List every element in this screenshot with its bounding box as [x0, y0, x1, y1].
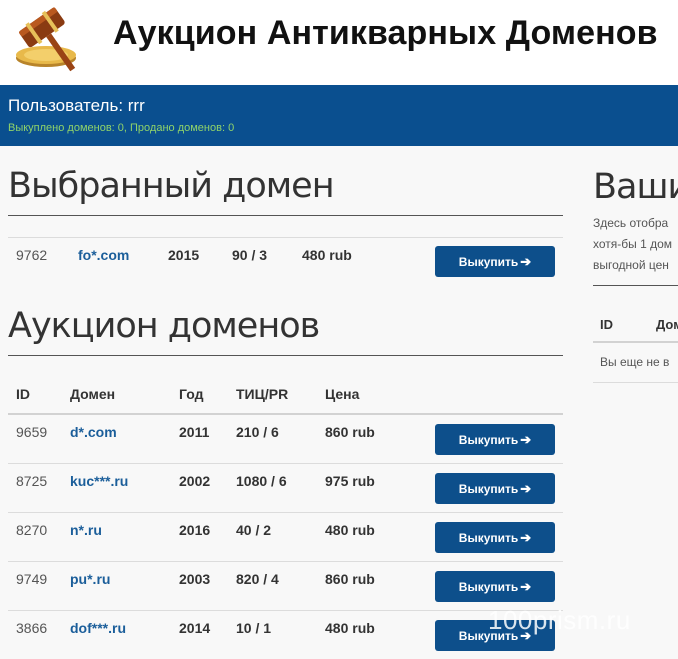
arrow-right-icon: ➔ [520, 529, 532, 545]
your-domains-heading: Ваши [593, 167, 678, 207]
domain-year: 2016 [179, 522, 211, 538]
arrow-right-icon: ➔ [520, 578, 532, 594]
column-header-id: ID [16, 386, 30, 402]
domain-name-link[interactable]: pu*.ru [70, 571, 110, 587]
heading-divider [8, 355, 563, 356]
domain-price: 860 rub [325, 571, 375, 587]
column-header-price: Цена [325, 386, 360, 402]
domain-tic: 90 / 3 [232, 247, 268, 263]
arrow-right-icon: ➔ [520, 253, 532, 269]
domain-year: 2003 [179, 571, 211, 587]
domain-tic: 40 / 2 [236, 522, 272, 538]
side-description-line: хотя-бы 1 дом [593, 237, 673, 251]
buy-button[interactable]: Выкупить ➔ [435, 424, 555, 455]
heading-divider [8, 215, 563, 216]
buy-button[interactable]: Выкупить ➔ [435, 246, 555, 277]
domain-tic: 10 / 1 [236, 620, 272, 636]
domain-name-link[interactable]: kuc***.ru [70, 473, 128, 489]
user-name: Пользователь: rrr [8, 96, 145, 115]
site-header: Аукцион Антикварных Доменов [0, 0, 678, 85]
selected-domain-row: 9762 fo*.com 2015 90 / 3 480 rub Выкупит… [8, 237, 563, 286]
side-header-divider [593, 341, 678, 343]
buy-button-label: Выкупить [458, 530, 519, 545]
table-row: 9659 d*.com 2011 210 / 6 860 rub Выкупит… [8, 414, 563, 463]
site-title: Аукцион Антикварных Доменов [113, 14, 658, 52]
domain-id: 3866 [16, 620, 48, 636]
gavel-coin-icon[interactable] [6, 0, 106, 72]
domain-year: 2011 [179, 424, 210, 440]
domain-year: 2002 [179, 473, 211, 489]
selected-domain-heading: Выбранный домен [8, 166, 335, 206]
domain-price: 860 rub [325, 424, 375, 440]
buy-button-label: Выкупить [458, 254, 519, 269]
domain-year: 2015 [168, 247, 200, 263]
domain-price: 480 rub [325, 620, 375, 636]
domain-year: 2014 [179, 620, 211, 636]
domain-tic: 210 / 6 [236, 424, 279, 440]
domain-id: 9749 [16, 571, 48, 587]
domain-name-link[interactable]: d*.com [70, 424, 117, 440]
buy-button-label: Выкупить [458, 432, 519, 447]
buy-button[interactable]: Выкупить ➔ [435, 571, 555, 602]
side-description-line: Здесь отобра [593, 216, 669, 230]
side-divider [593, 285, 678, 286]
side-column-header-id: ID [600, 317, 613, 332]
domain-id: 8725 [16, 473, 48, 489]
domain-price: 480 rub [302, 247, 352, 263]
table-row: 8270 n*.ru 2016 40 / 2 480 rub Выкупить … [8, 512, 563, 561]
side-row-divider [593, 382, 678, 383]
table-row: 9749 pu*.ru 2003 820 / 4 860 rub Выкупит… [8, 561, 563, 610]
domain-name-link[interactable]: n*.ru [70, 522, 102, 538]
domain-name-link[interactable]: fo*.com [78, 247, 129, 263]
domain-price: 975 rub [325, 473, 375, 489]
domain-id: 9659 [16, 424, 48, 440]
side-description-line: выгодной цен [593, 258, 669, 272]
user-stats: Выкуплено доменов: 0, Продано доменов: 0 [8, 122, 235, 134]
column-header-year: Год [179, 386, 204, 402]
domain-id: 9762 [16, 247, 48, 263]
side-empty-message: Вы еще не в [600, 355, 670, 369]
domain-name-link[interactable]: dof***.ru [70, 620, 126, 636]
arrow-right-icon: ➔ [520, 431, 532, 447]
domain-id: 8270 [16, 522, 48, 538]
domain-tic: 1080 / 6 [236, 473, 287, 489]
column-header-tic: ТИЦ/PR [236, 386, 289, 402]
buy-button[interactable]: Выкупить ➔ [435, 473, 555, 504]
auction-table-header: ID Домен Год ТИЦ/PR Цена [8, 374, 563, 414]
side-column-header-domain: Дом [656, 317, 678, 332]
buy-button[interactable]: Выкупить ➔ [435, 522, 555, 553]
table-row: 3866 dof***.ru 2014 10 / 1 480 rub Выкуп… [8, 610, 563, 659]
table-row: 8725 kuc***.ru 2002 1080 / 6 975 rub Вык… [8, 463, 563, 512]
arrow-right-icon: ➔ [520, 480, 532, 496]
column-header-domain: Домен [70, 386, 116, 402]
auction-heading: Аукцион доменов [8, 306, 320, 346]
buy-button-label: Выкупить [458, 481, 519, 496]
buy-button-label: Выкупить [458, 579, 519, 594]
domain-price: 480 rub [325, 522, 375, 538]
watermark: 100prism.ru [488, 605, 631, 635]
user-bar: Пользователь: rrr Выкуплено доменов: 0, … [0, 85, 678, 146]
domain-tic: 820 / 4 [236, 571, 279, 587]
